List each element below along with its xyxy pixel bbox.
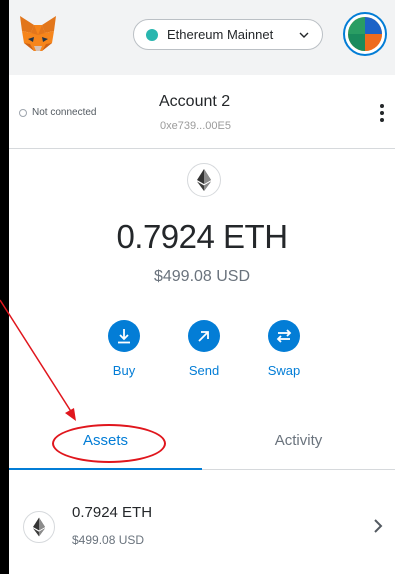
- ethereum-icon: [187, 163, 221, 197]
- network-selector[interactable]: Ethereum Mainnet: [133, 19, 323, 50]
- swap-button[interactable]: Swap: [259, 320, 309, 378]
- buy-button[interactable]: Buy: [99, 320, 149, 378]
- download-icon: [108, 320, 140, 352]
- connection-status[interactable]: Not connected: [19, 107, 97, 118]
- wallet-panel: Ethereum Mainnet Not connected Account 2…: [9, 0, 395, 574]
- account-address[interactable]: 0xe739...00E5: [160, 120, 231, 132]
- connection-status-label: Not connected: [32, 107, 97, 118]
- app-header: Ethereum Mainnet: [9, 0, 395, 75]
- tab-activity[interactable]: Activity: [202, 418, 395, 470]
- metamask-fox-icon[interactable]: [17, 13, 59, 55]
- send-button[interactable]: Send: [179, 320, 229, 378]
- account-avatar-icon[interactable]: [343, 12, 387, 56]
- asset-amount: 0.7924 ETH: [72, 504, 153, 521]
- balance-usd: $499.08 USD: [153, 268, 251, 285]
- network-status-dot: [146, 28, 158, 41]
- swap-button-label: Swap: [267, 363, 301, 378]
- arrow-up-right-icon: [188, 320, 220, 352]
- kebab-menu-icon[interactable]: [380, 104, 384, 122]
- chevron-down-icon: [299, 32, 309, 38]
- annotation-ellipse: [52, 424, 166, 463]
- chevron-right-icon[interactable]: [373, 519, 383, 533]
- asset-usd-value: $499.08 USD: [72, 533, 145, 547]
- network-name: Ethereum Mainnet: [167, 27, 274, 42]
- ethereum-icon: [23, 511, 55, 543]
- send-button-label: Send: [188, 363, 220, 378]
- asset-list-item[interactable]: 0.7924 ETH $499.08 USD: [9, 491, 395, 561]
- connection-indicator-icon: [19, 108, 27, 117]
- swap-icon: [268, 320, 300, 352]
- account-name[interactable]: Account 2: [159, 93, 230, 111]
- account-bar: Not connected Account 2 0xe739...00E5: [9, 75, 395, 149]
- buy-button-label: Buy: [112, 363, 136, 378]
- balance-amount: 0.7924 ETH: [116, 218, 288, 255]
